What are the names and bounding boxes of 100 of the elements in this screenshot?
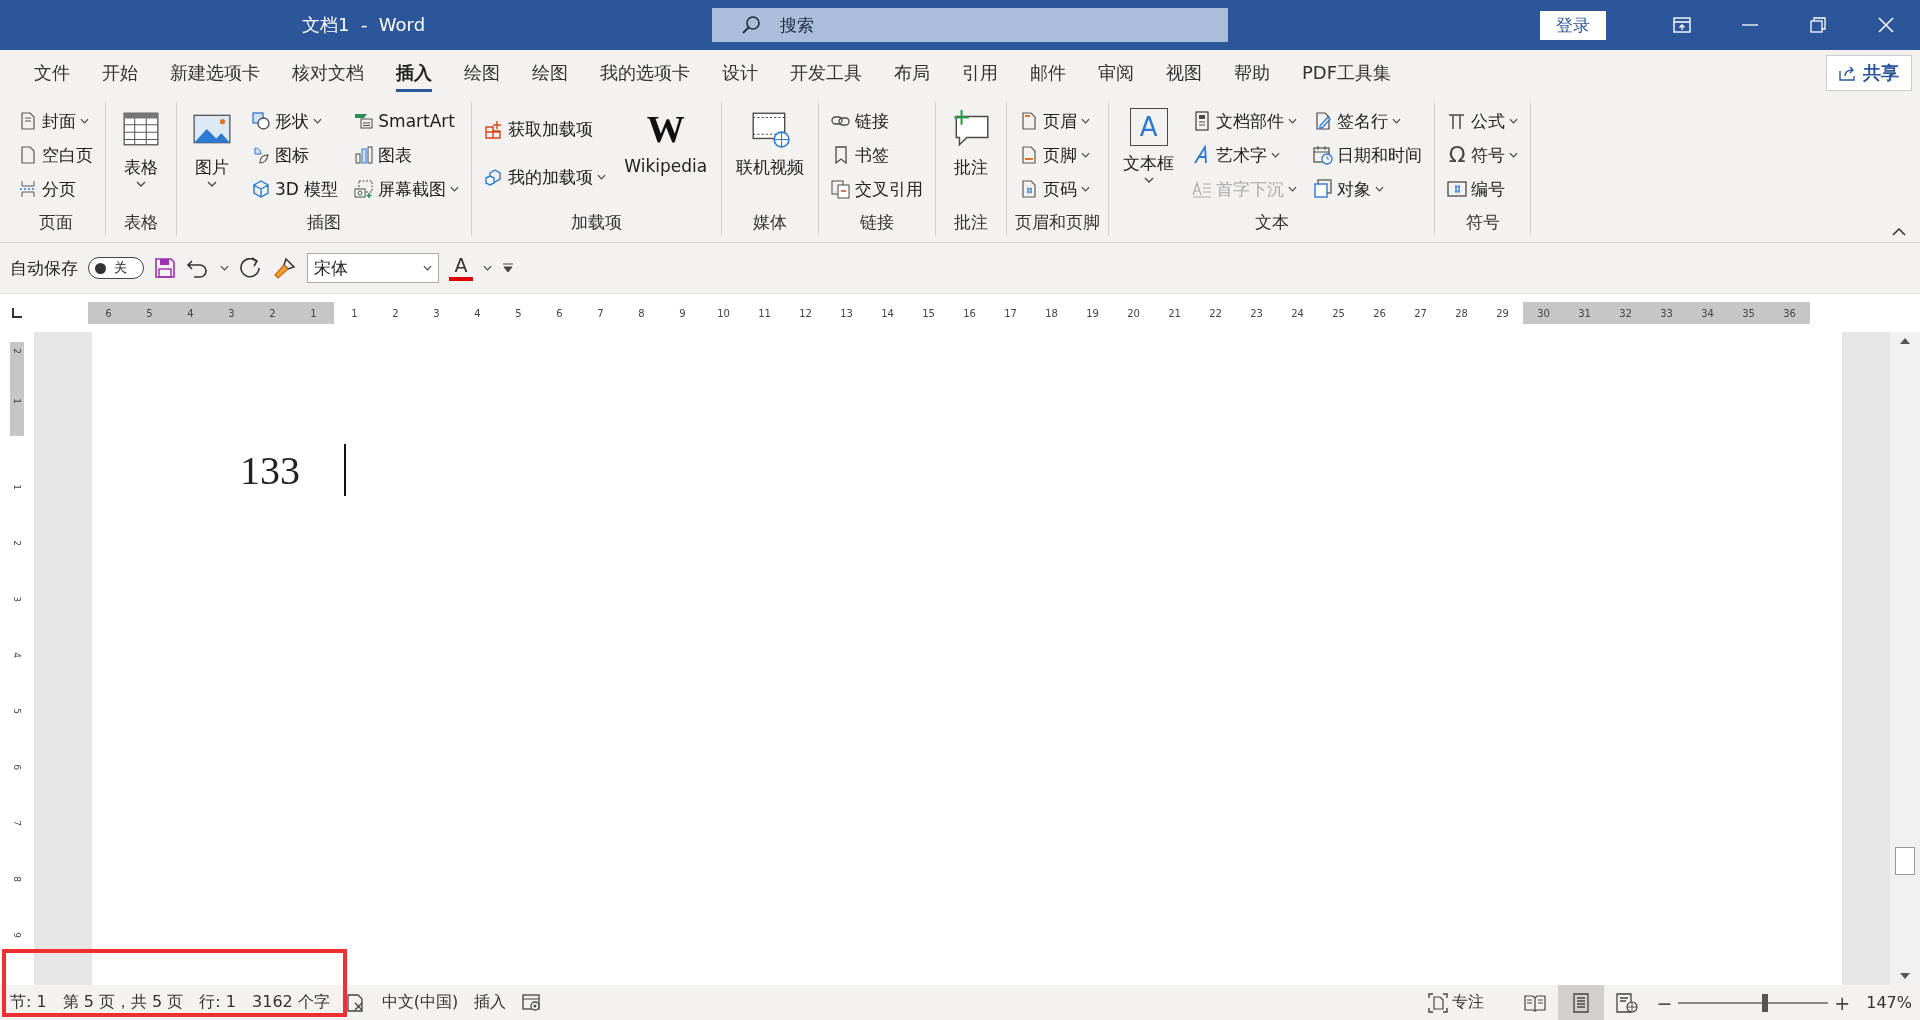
ribbon-tab[interactable]: 审阅 xyxy=(1082,55,1150,91)
ribbon-button[interactable]: A 文本框 xyxy=(1117,104,1181,187)
ribbon-tab[interactable]: 新建选项卡 xyxy=(154,55,276,91)
ribbon-button[interactable]: 书签 xyxy=(827,138,928,172)
ruler-number: 2 xyxy=(268,307,277,319)
ribbon-tab[interactable]: 邮件 xyxy=(1014,55,1082,91)
ribbon-button[interactable]: W Wikipedia xyxy=(618,104,714,180)
ribbon-button[interactable]: 获取加载项 xyxy=(480,112,611,147)
caret-icon xyxy=(207,181,217,187)
ribbon-tab[interactable]: PDF工具集 xyxy=(1286,55,1408,91)
ribbon-button[interactable]: 形状 xyxy=(247,104,343,138)
login-button[interactable]: 登录 xyxy=(1540,10,1606,40)
icons-icon xyxy=(251,145,271,165)
macro-icon[interactable] xyxy=(522,993,543,1012)
ruler-number: 24 xyxy=(1290,307,1305,319)
font-dropdown[interactable]: 宋体 xyxy=(307,253,439,283)
ruler-number: 31 xyxy=(1577,307,1592,319)
print-layout-button[interactable] xyxy=(1558,985,1605,1020)
proofing-icon[interactable] xyxy=(345,992,366,1013)
screenshot-icon xyxy=(354,179,375,199)
ruler-number: 14 xyxy=(880,307,895,319)
ruler-number: 8 xyxy=(637,307,646,319)
book-icon xyxy=(1524,993,1547,1012)
zoom-out-button[interactable]: − xyxy=(1650,991,1679,1014)
restore-icon[interactable] xyxy=(1810,17,1826,33)
save-icon[interactable] xyxy=(154,257,176,279)
ribbon-tab[interactable]: 布局 xyxy=(878,55,946,91)
undo-icon[interactable] xyxy=(186,257,210,279)
focus-icon[interactable] xyxy=(1428,992,1449,1013)
ribbon-button[interactable]: 对象 xyxy=(1309,172,1427,206)
scroll-down-icon[interactable] xyxy=(1900,973,1910,979)
collapse-ribbon-icon[interactable] xyxy=(1892,228,1906,236)
ribbon-button[interactable]: 批注 xyxy=(944,104,999,183)
ribbon-button[interactable]: 公式 xyxy=(1443,104,1523,138)
brush-icon[interactable] xyxy=(273,256,297,280)
share-button[interactable]: 共享 xyxy=(1826,55,1912,91)
ribbon-tab[interactable]: 核对文档 xyxy=(276,55,380,91)
ribbon-tab[interactable]: 设计 xyxy=(706,55,774,91)
ribbon-button[interactable]: 图标 xyxy=(247,138,343,172)
language-status[interactable]: 中文(中国) xyxy=(381,992,459,1013)
ribbon-button[interactable]: 页码 xyxy=(1015,172,1095,206)
ribbon-button[interactable]: 交叉引用 xyxy=(827,172,928,206)
ribbon-button[interactable]: 页脚 xyxy=(1015,138,1095,172)
search-field[interactable]: 搜索 xyxy=(712,8,1228,42)
ribbon-button[interactable]: 我的加载项 xyxy=(480,160,611,195)
ruler-number: 34 xyxy=(1700,307,1715,319)
cube-icon xyxy=(251,179,271,199)
redo-icon[interactable] xyxy=(239,256,263,280)
close-icon[interactable] xyxy=(1878,17,1894,33)
ribbon-button[interactable]: 图表 xyxy=(350,138,464,172)
ruler-number: 2 xyxy=(391,307,400,319)
ribbon-button[interactable]: 编号 xyxy=(1443,172,1523,206)
scroll-thumb[interactable] xyxy=(1895,847,1915,875)
customize-icon[interactable] xyxy=(502,262,514,274)
ribbon-button[interactable]: 签名行 xyxy=(1309,104,1427,138)
autosave-toggle[interactable]: 关 xyxy=(88,257,144,279)
ribbon-tab[interactable]: 文件 xyxy=(18,55,86,91)
ribbon-button[interactable]: Ω 符号 xyxy=(1443,138,1523,172)
ribbon-button[interactable]: SmartArt xyxy=(350,104,464,138)
zoom-in-button[interactable]: + xyxy=(1828,991,1857,1014)
tab-selector-icon[interactable] xyxy=(11,307,23,319)
ribbon-tab[interactable]: 开始 xyxy=(86,55,154,91)
ribbon-tab[interactable]: 插入 xyxy=(380,55,448,91)
ribbon-button[interactable]: 页眉 xyxy=(1015,104,1095,138)
group-label: 媒体 xyxy=(752,211,789,234)
blank-page-icon xyxy=(18,145,38,165)
search-icon xyxy=(740,14,762,36)
focus-button[interactable]: 专注 xyxy=(1452,992,1485,1013)
ribbon-tab[interactable]: 开发工具 xyxy=(774,55,878,91)
ruler-number: 32 xyxy=(1618,307,1633,319)
ribbon-tab[interactable]: 绘图 xyxy=(448,55,516,91)
ribbon-button[interactable]: 日期和时间 xyxy=(1309,138,1427,172)
caret-icon xyxy=(136,181,146,187)
scroll-up-icon[interactable] xyxy=(1900,338,1910,344)
ribbon-button[interactable]: 3D 模型 xyxy=(247,172,343,206)
ribbon-tab[interactable]: 绘图 xyxy=(516,55,584,91)
ruler-number: 4 xyxy=(12,652,22,658)
ribbon-button[interactable]: 文档部件 xyxy=(1188,104,1302,138)
group-label: 表格 xyxy=(123,211,159,234)
ribbon-button[interactable]: 图片 xyxy=(185,104,239,191)
ribbon-tab[interactable]: 引用 xyxy=(946,55,1014,91)
ribbon-button[interactable]: 联机视频 xyxy=(730,104,811,183)
insert-mode-status[interactable]: 插入 xyxy=(474,992,507,1013)
ribbon-button[interactable]: 屏幕截图 xyxy=(350,172,464,206)
ribbon-button[interactable]: 空白页 xyxy=(14,138,97,172)
ribbon-button[interactable]: 表格 xyxy=(114,104,168,191)
font-color-button[interactable]: A xyxy=(449,255,473,281)
zoom-level[interactable]: 147% xyxy=(1866,993,1912,1012)
ribbon-button[interactable]: 链接 xyxy=(827,104,928,138)
ribbon-tab[interactable]: 我的选项卡 xyxy=(584,55,706,91)
ribbon-button[interactable]: 封面 xyxy=(14,104,97,138)
ribbon-button[interactable]: 分页 xyxy=(14,172,97,206)
ribbon-display-icon[interactable] xyxy=(1673,17,1691,33)
ruler-number: 6 xyxy=(555,307,564,319)
ruler-number: 35 xyxy=(1741,307,1756,319)
ribbon-button[interactable]: 艺术字 xyxy=(1188,138,1302,172)
ribbon-tab[interactable]: 视图 xyxy=(1150,55,1218,91)
document-text: 133 xyxy=(240,446,300,494)
ribbon-tab[interactable]: 帮助 xyxy=(1218,55,1286,91)
caret-icon xyxy=(220,265,229,271)
